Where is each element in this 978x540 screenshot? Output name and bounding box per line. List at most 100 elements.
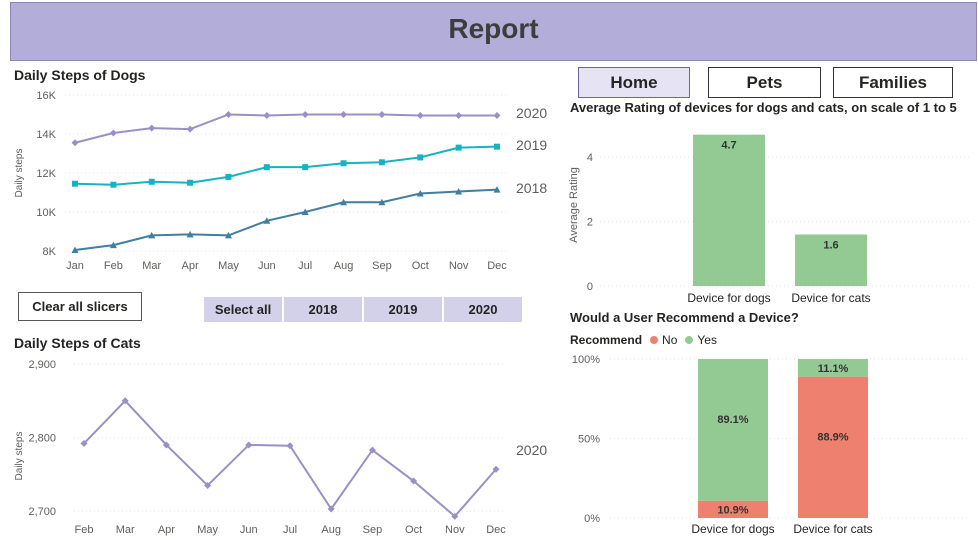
- data-point: [109, 129, 117, 137]
- data-point: [148, 124, 156, 132]
- data-point: [455, 111, 463, 119]
- series-end-label: 2019: [516, 137, 547, 153]
- y-tick-label: 10K: [36, 207, 56, 219]
- x-tick-label: Jun: [240, 524, 258, 536]
- data-point: [72, 180, 78, 187]
- x-tick-label: Nov: [449, 260, 469, 272]
- legend-no-swatch: [650, 336, 659, 344]
- x-tick-label: Dec: [486, 524, 506, 536]
- slicer-select-all[interactable]: Select all: [204, 297, 282, 322]
- y-tick-label: 0: [587, 281, 593, 293]
- recommend-stacked-bar-chart[interactable]: 0% 50% 100% 10.9% 89.1% Device for dogs 88.9% 1…: [560, 350, 978, 540]
- recommend-chart-title: Would a User Recommend a Device?: [570, 310, 799, 325]
- x-tick-label: Aug: [334, 260, 354, 272]
- families-nav-button[interactable]: Families: [833, 67, 953, 98]
- data-point: [301, 111, 309, 118]
- segment-value-label: 10.9%: [717, 504, 748, 516]
- y-tick-label: 2,700: [28, 506, 56, 518]
- x-tick-label: Aug: [321, 524, 341, 536]
- y-tick-label: 2,800: [28, 433, 56, 445]
- x-tick-label: Feb: [75, 524, 94, 536]
- bar-value-label: 1.6: [823, 239, 838, 251]
- x-tick-label: Jan: [66, 260, 84, 272]
- y-tick-label: 12K: [36, 168, 56, 180]
- x-tick-label: Sep: [372, 260, 392, 272]
- segment-value-label: 88.9%: [817, 431, 848, 443]
- x-tick-label: Device for dogs: [691, 522, 774, 536]
- y-tick-label: 2,900: [28, 359, 56, 371]
- x-tick-label: Feb: [104, 260, 123, 272]
- series-line-2019: [74, 145, 498, 186]
- y-tick-label: 16K: [36, 90, 56, 102]
- x-tick-label: Jul: [298, 260, 312, 272]
- y-axis-label: Average Rating: [568, 167, 580, 243]
- stack-segment-no: [798, 376, 868, 518]
- series-end-label: 2020: [516, 105, 547, 121]
- rating-bar-chart[interactable]: 0 2 4 Average Rating 4.7 Device for dogs 1.6 De…: [560, 118, 978, 308]
- data-point: [186, 125, 194, 133]
- y-tick-label: 8K: [43, 246, 57, 258]
- rating-bar: [693, 134, 765, 286]
- x-tick-label: Jun: [258, 260, 276, 272]
- x-tick-label: Device for cats: [793, 522, 872, 536]
- y-tick-label: 0%: [584, 513, 600, 525]
- y-tick-label: 4: [587, 152, 593, 164]
- dogs-chart-title: Daily Steps of Dogs: [14, 67, 146, 83]
- data-point: [263, 164, 270, 171]
- x-tick-label: Oct: [412, 260, 429, 272]
- y-axis-label: Daily steps: [14, 432, 25, 481]
- series-line-2018: [74, 188, 498, 252]
- x-tick-label: Dec: [487, 260, 507, 272]
- segment-value-label: 11.1%: [818, 363, 849, 375]
- slicer-2020[interactable]: 2020: [444, 297, 522, 322]
- rating-chart-title: Average Rating of devices for dogs and c…: [570, 100, 957, 115]
- data-point: [493, 111, 501, 119]
- y-tick-label: 14K: [36, 129, 56, 141]
- data-point: [187, 179, 194, 186]
- data-point: [340, 111, 348, 118]
- home-nav-button[interactable]: Home: [578, 67, 690, 98]
- y-axis-label: Daily steps: [14, 149, 25, 198]
- data-point: [378, 111, 386, 118]
- data-point: [494, 143, 500, 150]
- x-tick-label: May: [218, 260, 239, 272]
- series-line-2020: [74, 113, 497, 144]
- series-end-label: 2020: [516, 442, 547, 458]
- report-header: Report: [10, 2, 977, 61]
- data-point: [417, 154, 424, 161]
- dogs-steps-line-chart[interactable]: 8K 10K 12K 14K 16K Jan Feb Mar Apr May Jun Jul Aug Se…: [0, 84, 560, 284]
- x-tick-label: Device for dogs: [687, 291, 770, 305]
- data-point: [148, 178, 155, 185]
- data-point: [416, 111, 424, 119]
- legend-title: Recommend: [570, 333, 643, 347]
- page-title: Report: [448, 13, 539, 44]
- data-point: [225, 173, 232, 180]
- x-tick-label: Mar: [116, 524, 135, 536]
- clear-slicers-button[interactable]: Clear all slicers: [18, 292, 142, 321]
- segment-value-label: 89.1%: [717, 414, 748, 426]
- x-tick-label: Apr: [182, 260, 199, 272]
- y-tick-label: 100%: [572, 354, 600, 366]
- data-point: [455, 144, 462, 151]
- x-tick-label: Jul: [283, 524, 297, 536]
- data-point: [378, 159, 385, 166]
- x-tick-label: Mar: [142, 260, 161, 272]
- bar-value-label: 4.7: [721, 140, 736, 152]
- x-tick-label: May: [197, 524, 218, 536]
- x-tick-label: Device for cats: [791, 291, 870, 305]
- x-tick-label: Sep: [363, 524, 383, 536]
- slicer-2018[interactable]: 2018: [284, 297, 362, 322]
- y-tick-label: 50%: [578, 434, 600, 446]
- cats-chart-title: Daily Steps of Cats: [14, 335, 141, 351]
- x-tick-label: Apr: [158, 524, 175, 536]
- stack-segment-yes: [698, 359, 768, 501]
- data-point: [263, 111, 271, 119]
- pets-nav-button[interactable]: Pets: [708, 67, 821, 98]
- legend-no-label[interactable]: No: [662, 333, 677, 347]
- x-tick-label: Oct: [405, 524, 422, 536]
- data-point: [340, 160, 347, 167]
- cats-steps-line-chart[interactable]: 2,700 2,800 2,900 Feb Mar Apr May Jun Jul Aug Sep O…: [0, 350, 560, 540]
- slicer-2019[interactable]: 2019: [364, 297, 442, 322]
- legend-yes-label[interactable]: Yes: [697, 333, 717, 347]
- data-point: [71, 139, 79, 147]
